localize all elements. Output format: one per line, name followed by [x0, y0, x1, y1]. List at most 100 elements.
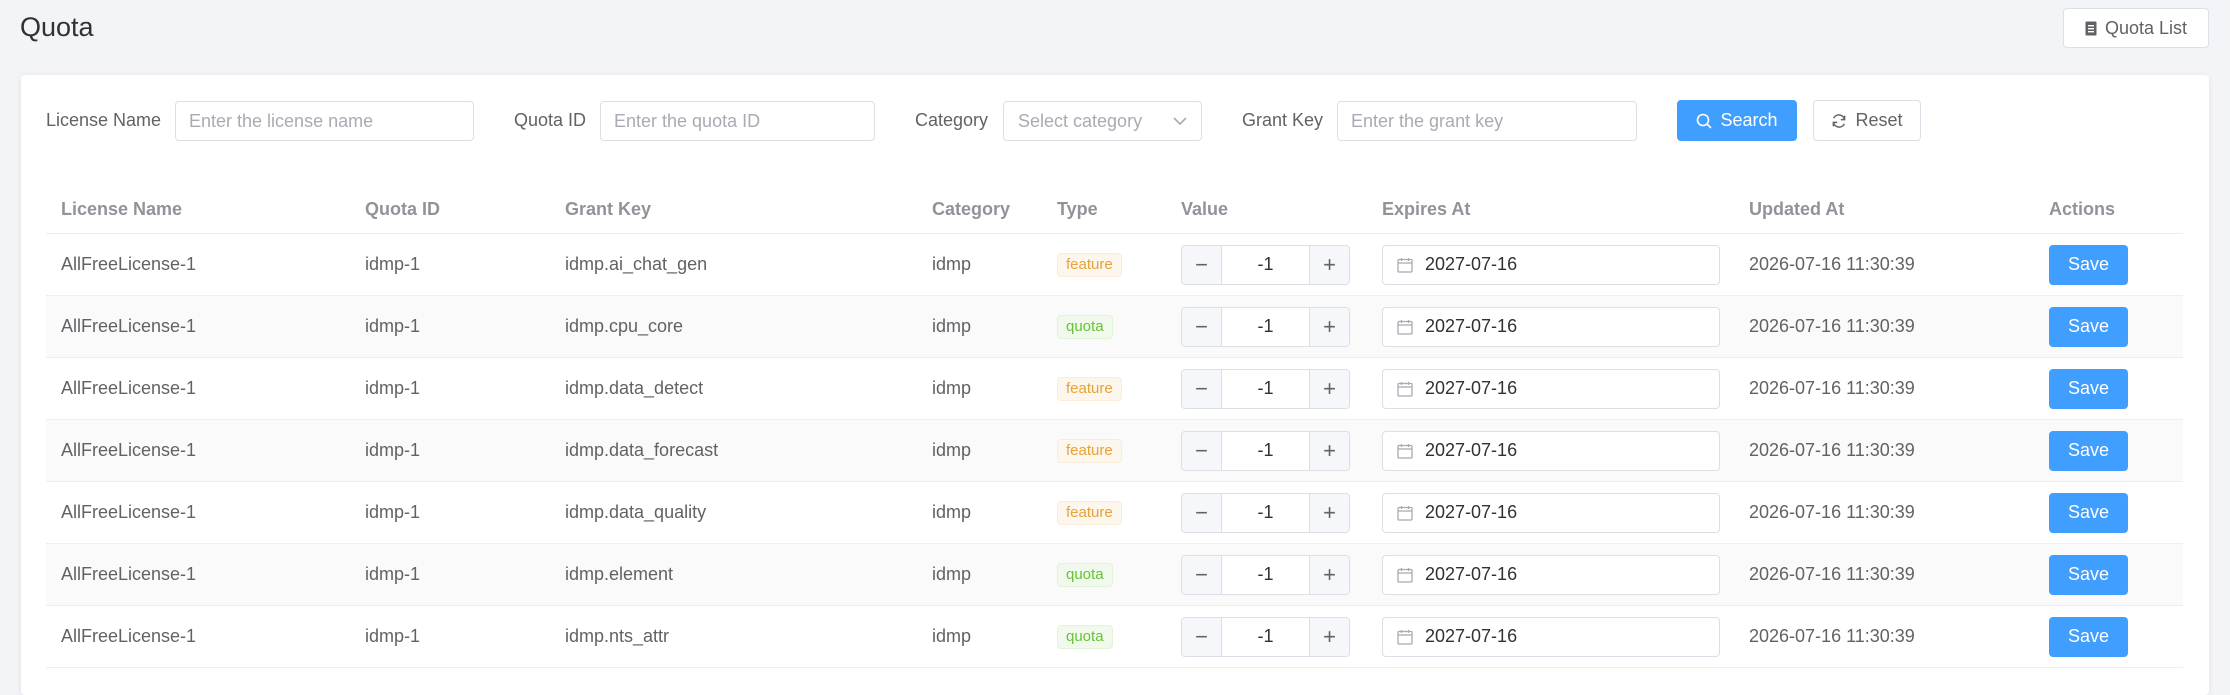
header-expires-at: Expires At	[1382, 199, 1471, 219]
value-input[interactable]: -1	[1222, 618, 1309, 656]
value-input[interactable]: -1	[1222, 246, 1309, 284]
table-row: AllFreeLicense-1 idmp-1 idmp.ai_chat_gen…	[46, 234, 2183, 296]
plus-icon[interactable]: +	[1309, 555, 1349, 594]
plus-icon[interactable]: +	[1309, 369, 1349, 408]
cell-grant-key: idmp.element	[565, 564, 674, 584]
value-stepper[interactable]: − -1 +	[1181, 306, 1350, 347]
expires-date-picker[interactable]: 2027-07-16	[1382, 244, 1720, 285]
calendar-icon	[1397, 257, 1413, 273]
type-tag: feature	[1057, 438, 1122, 463]
save-button[interactable]: Save	[2049, 244, 2128, 285]
save-button[interactable]: Save	[2049, 554, 2128, 595]
cell-expires-at: 2027-07-16	[1382, 482, 1720, 543]
value-input[interactable]: -1	[1222, 494, 1309, 532]
value-input[interactable]: -1	[1222, 432, 1309, 470]
minus-icon[interactable]: −	[1182, 617, 1222, 656]
minus-icon[interactable]: −	[1182, 307, 1222, 346]
value-stepper[interactable]: − -1 +	[1181, 554, 1350, 595]
save-button[interactable]: Save	[2049, 368, 2128, 409]
table-row: AllFreeLicense-1 idmp-1 idmp.cpu_core id…	[46, 296, 2183, 358]
cell-category: idmp	[932, 378, 972, 398]
cell-value: − -1 +	[1181, 606, 1350, 667]
cell-updated-at: 2026-07-16 11:30:39	[1749, 626, 1915, 646]
cell-grant-key: idmp.data_detect	[565, 378, 704, 398]
cell-license-name: AllFreeLicense-1	[61, 316, 197, 336]
value-stepper[interactable]: − -1 +	[1181, 368, 1350, 409]
value-stepper[interactable]: − -1 +	[1181, 244, 1350, 285]
cell-type: feature	[1057, 482, 1122, 543]
minus-icon[interactable]: −	[1182, 555, 1222, 594]
plus-icon[interactable]: +	[1309, 431, 1349, 470]
expires-date-picker[interactable]: 2027-07-16	[1382, 492, 1720, 533]
cell-category: idmp	[932, 626, 972, 646]
save-button[interactable]: Save	[2049, 306, 2128, 347]
save-button[interactable]: Save	[2049, 430, 2128, 471]
cell-value: − -1 +	[1181, 296, 1350, 357]
cell-type: quota	[1057, 606, 1113, 667]
cell-quota-id: idmp-1	[365, 254, 421, 274]
document-icon	[2085, 21, 2097, 35]
expires-date-picker[interactable]: 2027-07-16	[1382, 554, 1720, 595]
expires-date-value: 2027-07-16	[1425, 440, 1518, 460]
quota-id-label: Quota ID	[514, 110, 587, 130]
minus-icon[interactable]: −	[1182, 369, 1222, 408]
value-input[interactable]: -1	[1222, 308, 1309, 346]
cell-category: idmp	[932, 316, 972, 336]
cell-license-name: AllFreeLicense-1	[61, 626, 197, 646]
cell-grant-key: idmp.data_quality	[565, 502, 707, 522]
header-type: Type	[1057, 199, 1098, 219]
cell-grant-key: idmp.nts_attr	[565, 626, 670, 646]
grant-key-input[interactable]	[1337, 101, 1637, 141]
cell-value: − -1 +	[1181, 420, 1350, 481]
value-stepper[interactable]: − -1 +	[1181, 430, 1350, 471]
calendar-icon	[1397, 567, 1413, 583]
expires-date-value: 2027-07-16	[1425, 564, 1518, 584]
plus-icon[interactable]: +	[1309, 493, 1349, 532]
cell-category: idmp	[932, 440, 972, 460]
category-select[interactable]: Select category	[1003, 101, 1202, 141]
quota-list-button[interactable]: Quota List	[2063, 8, 2209, 48]
table-row: AllFreeLicense-1 idmp-1 idmp.data_qualit…	[46, 482, 2183, 544]
value-input[interactable]: -1	[1222, 556, 1309, 594]
table-row: AllFreeLicense-1 idmp-1 idmp.element idm…	[46, 544, 2183, 606]
save-button[interactable]: Save	[2049, 492, 2128, 533]
cell-updated-at: 2026-07-16 11:30:39	[1749, 378, 1915, 398]
value-stepper[interactable]: − -1 +	[1181, 616, 1350, 657]
minus-icon[interactable]: −	[1182, 431, 1222, 470]
expires-date-value: 2027-07-16	[1425, 378, 1518, 398]
reset-button[interactable]: Reset	[1813, 100, 1921, 141]
expires-date-picker[interactable]: 2027-07-16	[1382, 306, 1720, 347]
plus-icon[interactable]: +	[1309, 617, 1349, 656]
cell-expires-at: 2027-07-16	[1382, 234, 1720, 295]
value-stepper[interactable]: − -1 +	[1181, 492, 1350, 533]
plus-icon[interactable]: +	[1309, 245, 1349, 284]
header-license-name: License Name	[61, 199, 183, 219]
license-name-input[interactable]	[175, 101, 474, 141]
minus-icon[interactable]: −	[1182, 493, 1222, 532]
cell-expires-at: 2027-07-16	[1382, 358, 1720, 419]
cell-type: feature	[1057, 420, 1122, 481]
type-tag: quota	[1057, 314, 1113, 339]
cell-category: idmp	[932, 502, 972, 522]
header-updated-at: Updated At	[1749, 199, 1845, 219]
cell-expires-at: 2027-07-16	[1382, 544, 1720, 605]
search-button[interactable]: Search	[1677, 100, 1797, 141]
cell-expires-at: 2027-07-16	[1382, 420, 1720, 481]
table-row: AllFreeLicense-1 idmp-1 idmp.data_foreca…	[46, 420, 2183, 482]
cell-actions: Save	[2049, 544, 2128, 605]
quota-list-label: Quota List	[2104, 17, 2188, 38]
cell-expires-at: 2027-07-16	[1382, 606, 1720, 667]
quota-table: License Name Quota ID Grant Key Category…	[46, 186, 2183, 668]
expires-date-picker[interactable]: 2027-07-16	[1382, 616, 1720, 657]
header-grant-key: Grant Key	[565, 199, 652, 219]
expires-date-picker[interactable]: 2027-07-16	[1382, 430, 1720, 471]
quota-id-input[interactable]	[600, 101, 875, 141]
save-button[interactable]: Save	[2049, 616, 2128, 657]
expires-date-value: 2027-07-16	[1425, 626, 1518, 646]
header-actions: Actions	[2049, 199, 2116, 219]
minus-icon[interactable]: −	[1182, 245, 1222, 284]
expires-date-picker[interactable]: 2027-07-16	[1382, 368, 1720, 409]
value-input[interactable]: -1	[1222, 370, 1309, 408]
plus-icon[interactable]: +	[1309, 307, 1349, 346]
license-name-label: License Name	[46, 110, 162, 130]
